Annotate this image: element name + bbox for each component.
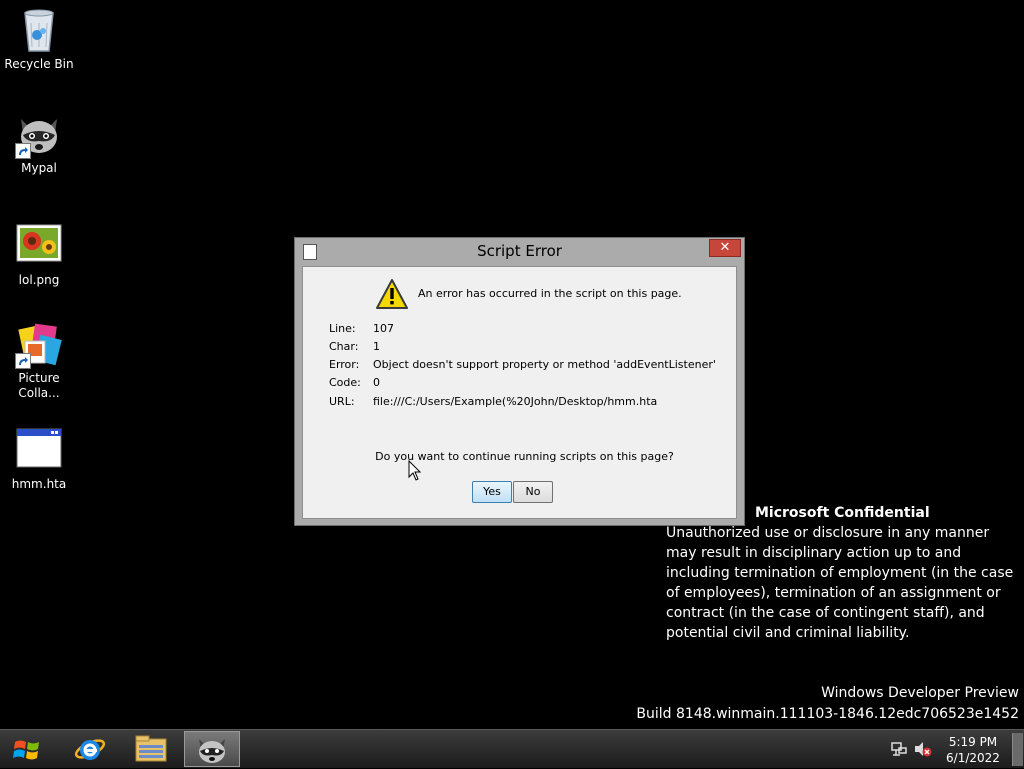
close-button[interactable]: ✕ — [709, 239, 741, 257]
mypal-raccoon-icon — [196, 735, 228, 765]
recycle-bin-icon — [15, 7, 63, 55]
script-error-dialog: Script Error ✕ An error has occurred in … — [294, 237, 745, 526]
continue-question: Do you want to continue running scripts … — [375, 450, 674, 463]
dialog-title: Script Error — [477, 242, 562, 260]
field-value-line: 107 — [373, 322, 394, 335]
field-label-code: Code: — [329, 376, 361, 389]
desktop-icon-mypal[interactable]: Mypal — [1, 111, 77, 176]
clock-date: 6/1/2022 — [946, 751, 1000, 765]
mouse-cursor-icon — [408, 459, 422, 482]
field-value-error: Object doesn't support property or metho… — [373, 358, 716, 371]
no-button[interactable]: No — [513, 481, 553, 503]
desktop-icon-label: Picture Colla... — [18, 371, 60, 400]
desktop-icon-label: Mypal — [21, 161, 57, 175]
shortcut-arrow-icon — [15, 143, 31, 159]
build-line-1: Windows Developer Preview — [821, 685, 1019, 701]
yes-button[interactable]: Yes — [472, 481, 512, 503]
error-message: An error has occurred in the script on t… — [418, 287, 682, 300]
taskbar: 5:19 PM 6/1/2022 — [0, 729, 1024, 768]
raccoon-browser-icon — [15, 111, 63, 159]
desktop-icon-label: hmm.hta — [11, 477, 67, 491]
field-label-line: Line: — [329, 322, 356, 335]
field-label-url: URL: — [329, 395, 355, 408]
build-line-2: Build 8148.winmain.111103-1846.12edc7065… — [636, 706, 1019, 722]
clock-time: 5:19 PM — [948, 735, 998, 749]
field-value-code: 0 — [373, 376, 380, 389]
build-watermark: Windows Developer Preview Build 8148.win… — [636, 683, 1019, 725]
taskbar-clock[interactable]: 5:19 PM 6/1/2022 — [938, 734, 1008, 766]
volume-muted-icon[interactable] — [914, 741, 932, 757]
start-windows-icon — [13, 738, 41, 762]
application-window-icon — [15, 427, 63, 475]
field-value-char: 1 — [373, 340, 380, 353]
taskbar-mypal[interactable] — [184, 731, 240, 767]
file-explorer-icon — [135, 735, 167, 763]
warning-icon — [375, 278, 409, 310]
network-icon[interactable] — [891, 741, 907, 757]
taskbar-file-explorer[interactable] — [123, 731, 179, 767]
desktop: Recycle Bin Mypal lol.png Picture Colla.… — [0, 0, 1024, 729]
watermark-body: Unauthorized use or disclosure in any ma… — [666, 525, 1014, 641]
picture-collage-icon — [15, 321, 63, 369]
image-file-icon — [15, 223, 63, 271]
desktop-icon-label: Recycle Bin — [4, 57, 74, 71]
desktop-icon-lol-png[interactable]: lol.png — [1, 223, 77, 288]
internet-explorer-icon — [74, 734, 106, 764]
field-label-char: Char: — [329, 340, 359, 353]
dialog-body: An error has occurred in the script on t… — [302, 266, 737, 519]
desktop-icon-label: lol.png — [18, 273, 60, 287]
desktop-icon-hmm-hta[interactable]: hmm.hta — [1, 427, 77, 492]
field-label-error: Error: — [329, 358, 360, 371]
desktop-icon-recycle-bin[interactable]: Recycle Bin — [1, 7, 77, 72]
show-desktop-button[interactable] — [1012, 733, 1023, 766]
desktop-icon-picture-collage[interactable]: Picture Colla... — [1, 321, 77, 401]
taskbar-internet-explorer[interactable] — [62, 731, 118, 767]
start-button[interactable] — [0, 731, 56, 767]
field-value-url: file:///C:/Users/Example(%20John/Desktop… — [373, 395, 658, 408]
shortcut-arrow-icon — [15, 353, 31, 369]
dialog-titlebar[interactable]: Script Error ✕ — [295, 238, 744, 266]
